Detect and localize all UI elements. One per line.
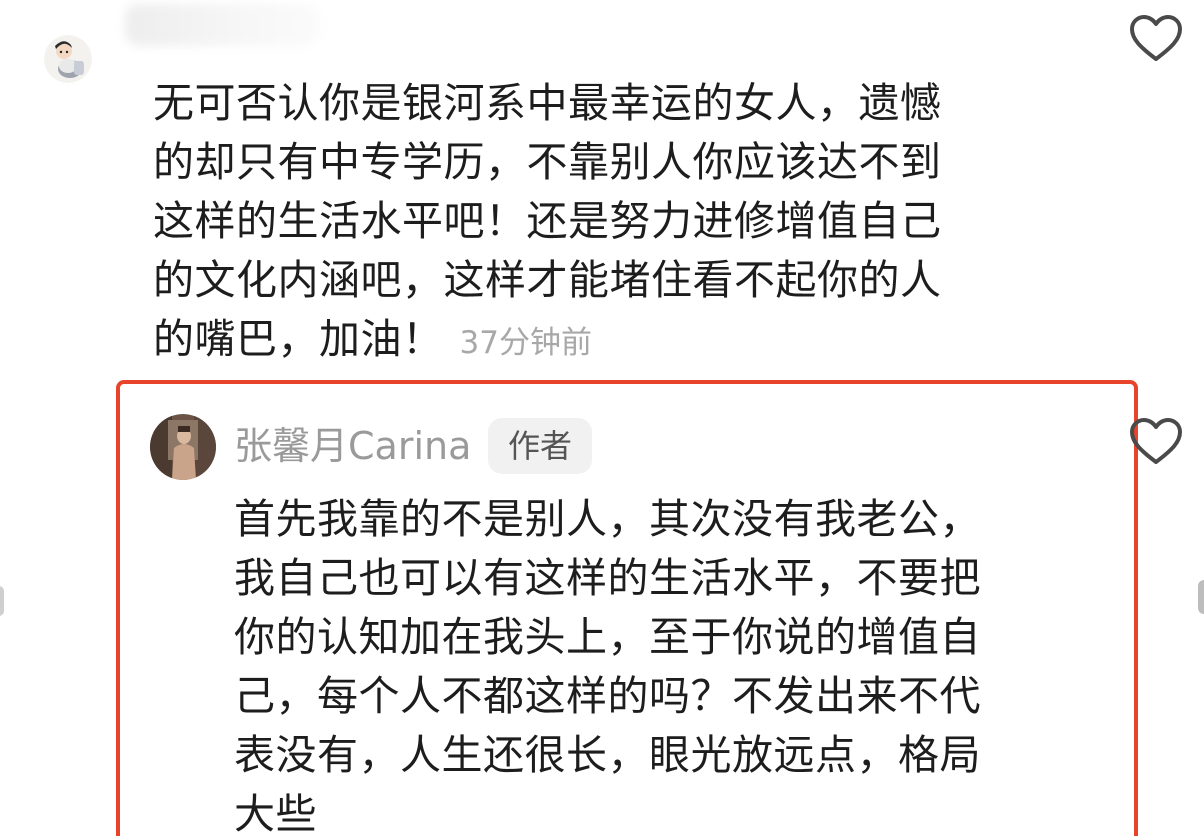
reply-line: 表没有，人生还很长，眼光放远点，格局	[234, 731, 981, 779]
reply-body: 首先我靠的不是别人，其次没有我老公， 我自己也可以有这样的生活水平，不要把 你的…	[234, 490, 1114, 836]
comment-body: 无可否认你是银河系中最幸运的女人，遗憾 的却只有中专学历，不靠别人你应该达不到 …	[153, 74, 1043, 373]
author-avatar[interactable]	[150, 414, 216, 480]
heart-outline-icon	[1130, 15, 1182, 61]
comment-thread: 无可否认你是银河系中最幸运的女人，遗憾 的却只有中专学历，不靠别人你应该达不到 …	[0, 0, 1204, 836]
comment-line: 的却只有中专学历，不靠别人你应该达不到	[153, 138, 942, 186]
comment-timestamp: 37分钟前	[459, 325, 592, 361]
author-badge: 作者	[488, 418, 592, 474]
author-avatar-icon	[150, 414, 216, 480]
reply-line: 大些	[234, 790, 317, 836]
reply-line: 你的认知加在我头上，至于你说的增值自	[234, 613, 981, 661]
right-edge-handle	[1198, 580, 1204, 614]
blurred-username	[125, 4, 320, 46]
reply-line: 己，每个人不都这样的吗？不发出来不代	[234, 672, 981, 720]
reply-line: 首先我靠的不是别人，其次没有我老公，	[234, 495, 981, 543]
like-button-reply[interactable]	[1128, 416, 1184, 468]
comment-line: 的嘴巴，加油！	[153, 315, 444, 363]
like-button-top[interactable]	[1128, 13, 1184, 65]
comment-last-line: 的嘴巴，加油！ 37分钟前	[153, 310, 1043, 373]
author-username[interactable]: 张馨月Carina	[234, 420, 471, 472]
reply-line: 我自己也可以有这样的生活水平，不要把	[234, 554, 981, 602]
comment-line: 无可否认你是银河系中最幸运的女人，遗憾	[153, 79, 942, 127]
comment-line: 的文化内涵吧，这样才能堵住看不起你的人	[153, 256, 942, 304]
user-avatar-icon	[44, 35, 92, 83]
commenter-avatar[interactable]	[44, 35, 92, 83]
left-edge-handle	[0, 586, 4, 616]
heart-outline-icon	[1130, 418, 1182, 464]
comment-line: 这样的生活水平吧！还是努力进修增值自己	[153, 197, 942, 245]
